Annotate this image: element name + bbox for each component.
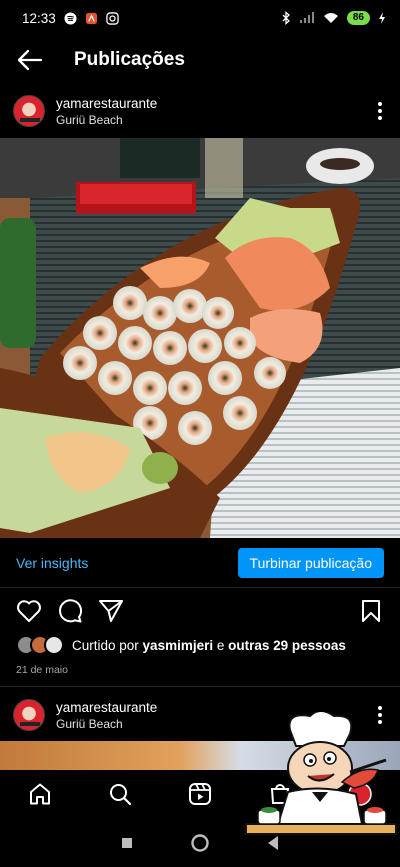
- page-title: Publicações: [74, 49, 185, 70]
- likes-conjunction: e: [213, 637, 229, 653]
- post-header: yamarestaurante Guriü Beach: [0, 86, 400, 136]
- avatar[interactable]: [13, 699, 45, 731]
- wifi-icon: [323, 12, 339, 24]
- sushi-chef-sticker: [238, 710, 400, 842]
- nav-search[interactable]: [100, 774, 140, 814]
- status-time: 12:33: [22, 10, 56, 26]
- avatar[interactable]: [13, 95, 45, 127]
- bluetooth-icon: [281, 11, 291, 25]
- post-actions: [0, 595, 400, 627]
- sushi-boat-image: [0, 138, 400, 538]
- like-button[interactable]: [16, 598, 42, 624]
- nav-home[interactable]: [20, 774, 60, 814]
- liker-username[interactable]: yasmimjeri: [143, 638, 214, 653]
- post-photo[interactable]: [0, 138, 400, 538]
- reels-icon: [189, 783, 211, 805]
- chef-illustration: [245, 710, 397, 835]
- avatar: [44, 635, 64, 655]
- liker-avatars: [16, 635, 66, 655]
- bookmark-icon: [362, 600, 380, 622]
- boost-post-button[interactable]: Turbinar publicação: [237, 547, 384, 578]
- send-icon: [99, 600, 123, 622]
- search-icon: [110, 784, 132, 806]
- view-insights-link[interactable]: Ver insights: [16, 555, 88, 571]
- share-button[interactable]: [98, 598, 124, 624]
- spotify-icon: [64, 11, 77, 25]
- comment-button[interactable]: [57, 598, 83, 624]
- battery-indicator: 86: [346, 11, 370, 25]
- post-date: 21 de maio: [16, 664, 68, 676]
- system-home-button[interactable]: [185, 828, 215, 858]
- circle-icon: [191, 833, 209, 852]
- system-recents-button[interactable]: [112, 828, 142, 858]
- more-vertical-icon: [378, 102, 382, 120]
- heart-icon: [17, 600, 41, 622]
- more-options-button[interactable]: [360, 91, 400, 131]
- home-icon: [30, 783, 50, 805]
- nav-reels[interactable]: [180, 774, 220, 814]
- post-username[interactable]: yamarestaurante: [56, 96, 360, 111]
- food-app-icon: [85, 12, 98, 25]
- app-header: Publicações: [0, 36, 400, 84]
- post-location[interactable]: Guriü Beach: [56, 113, 360, 127]
- likes-others-link[interactable]: outras 29 pessoas: [228, 638, 346, 653]
- likes-prefix: Curtido por: [72, 637, 143, 653]
- comment-icon: [59, 599, 82, 623]
- likes-summary[interactable]: Curtido por yasmimjeri e outras 29 pesso…: [16, 634, 346, 656]
- signal-icon: [299, 12, 315, 24]
- square-icon: [121, 837, 132, 848]
- save-button[interactable]: [358, 598, 384, 624]
- back-button[interactable]: [0, 36, 60, 84]
- status-bar: 12:33 86: [0, 0, 400, 36]
- insights-row: Ver insights Turbinar publicação: [0, 538, 400, 588]
- instagram-status-icon: [106, 11, 119, 25]
- likes-text: Curtido por yasmimjeri e outras 29 pesso…: [72, 638, 346, 653]
- charging-icon: [378, 12, 386, 24]
- back-arrow-icon: [17, 49, 43, 71]
- divider: [0, 686, 400, 687]
